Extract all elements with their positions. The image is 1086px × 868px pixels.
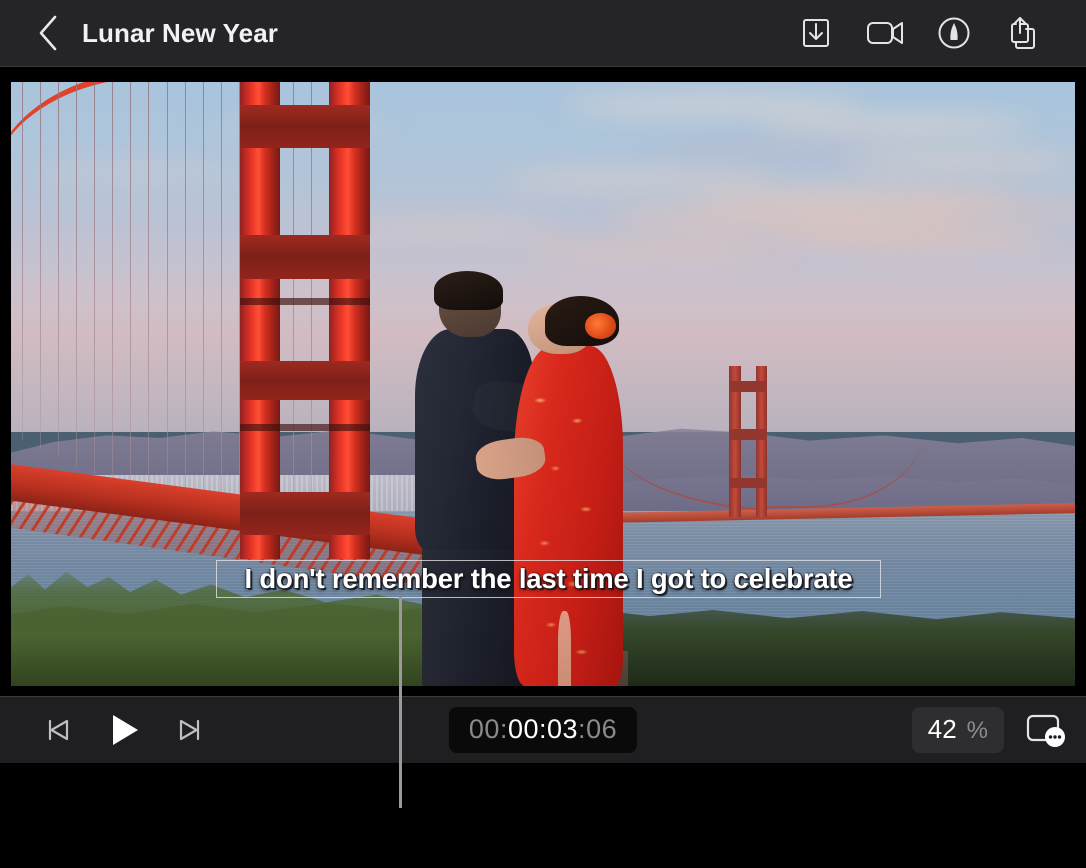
top-toolbar: Lunar New Year [0,0,1086,67]
play-button[interactable] [102,708,146,752]
skip-forward-icon [176,716,204,744]
timecode-seconds: 03 [547,714,578,744]
overlay-more-icon [1024,710,1070,750]
play-icon [108,713,140,747]
timecode-sep-2: : [539,714,547,744]
share-up-icon [1006,15,1040,51]
record-video-button[interactable] [865,13,905,53]
page-title: Lunar New Year [82,18,278,49]
marker-circle-icon [937,16,971,50]
transport-bar: 00:00:03:06 42 % [0,696,1086,763]
video-editor-window: Lunar New Year [0,0,1086,868]
timecode-frames: 06 [586,714,617,744]
couple-subject [415,275,628,686]
timecode-sep-3: : [578,714,586,744]
timecode-display[interactable]: 00:00:03:06 [449,707,637,753]
caption-text: I don't remember the last time I got to … [245,563,853,595]
next-clip-button[interactable] [168,708,212,752]
playback-controls [36,708,212,752]
toolbar-actions [796,13,1043,53]
person-in-red-dress [509,300,628,686]
previous-clip-button[interactable] [36,708,80,752]
viewer-options: 42 % [912,707,1070,753]
timeline-area[interactable] [0,763,1086,868]
download-tray-icon [800,16,832,50]
caption-selection-box[interactable]: I don't remember the last time I got to … [216,560,881,598]
video-preview-frame[interactable]: I don't remember the last time I got to … [11,82,1075,686]
bridge-tower [240,82,370,559]
annotate-button[interactable] [934,13,974,53]
video-camera-icon [866,19,904,47]
playhead-connector-line[interactable] [399,597,402,808]
timecode-minutes: 00 [508,714,539,744]
chevron-left-icon [37,13,61,53]
back-button[interactable] [22,6,76,60]
video-overlay-settings-button[interactable] [1024,709,1070,751]
timecode-field[interactable]: 00:00:03:06 [449,707,637,753]
zoom-unit: % [967,717,988,745]
zoom-level-control[interactable]: 42 % [912,707,1004,753]
video-viewer[interactable]: I don't remember the last time I got to … [0,68,1086,696]
share-button[interactable] [1003,13,1043,53]
far-bridge-tower [729,366,767,517]
skip-back-icon [44,716,72,744]
zoom-value: 42 [928,714,957,745]
import-media-button[interactable] [796,13,836,53]
timecode-hours: 00 [469,714,500,744]
timecode-sep-1: : [500,714,508,744]
